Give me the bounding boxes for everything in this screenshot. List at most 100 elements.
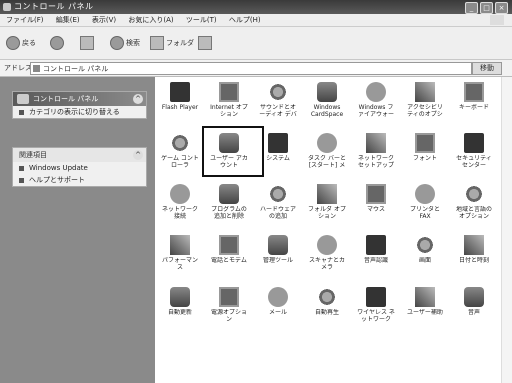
control-panel-item[interactable]: ネットワーク接続 — [160, 184, 200, 224]
wireless-icon — [366, 287, 386, 307]
control-panel-icon — [17, 94, 29, 104]
folders-button[interactable]: フォルダ — [150, 35, 194, 51]
control-panel-item[interactable]: アクセシビリティのオプション — [405, 82, 445, 122]
add-hardware-icon — [268, 184, 288, 204]
task-pane: コントロール パネル ^ カテゴリの表示に切り替える 関連項目 ^ Window… — [0, 77, 155, 383]
add-remove-programs-icon — [219, 184, 239, 204]
control-panel-item[interactable]: 自動更新 — [160, 287, 200, 327]
control-panel-item[interactable]: 音声認識 — [356, 235, 396, 275]
item-label: キーボード — [458, 104, 489, 111]
control-panel-item[interactable]: 音声 — [454, 287, 494, 327]
control-panel-item[interactable]: 画面 — [405, 235, 445, 275]
control-panel-item[interactable]: 管理ツール — [258, 235, 298, 275]
control-panel-item[interactable]: フォルダ オプション — [307, 184, 347, 224]
control-panel-item[interactable]: 電話とモデム — [209, 235, 249, 275]
back-button[interactable]: 戻る — [6, 35, 36, 51]
item-label: セキュリティ センター — [456, 155, 492, 169]
security-center-icon — [464, 133, 484, 153]
close-button[interactable]: × — [495, 2, 508, 14]
views-button[interactable] — [198, 35, 212, 51]
forward-button[interactable] — [50, 35, 64, 51]
maximize-button[interactable]: □ — [480, 2, 493, 14]
menu-tools[interactable]: ツール(T) — [186, 16, 217, 24]
item-label: 日付と時刻 — [458, 257, 489, 264]
control-panel-item[interactable]: セキュリティ センター — [454, 133, 494, 173]
control-panel-item[interactable]: Flash Player — [160, 82, 200, 122]
control-panel-item[interactable]: システム — [258, 133, 298, 173]
item-label: プログラムの追加と削除 — [211, 206, 247, 220]
control-panel-item[interactable]: ワイヤレス ネットワーク — [356, 287, 396, 327]
control-panel-item[interactable]: 日付と時刻 — [454, 235, 494, 275]
address-field[interactable]: コントロール パネル — [30, 62, 472, 75]
item-label: 地域と言語のオプション — [455, 206, 492, 220]
window-icon — [3, 3, 11, 11]
views-icon — [198, 36, 212, 50]
help-support-link[interactable]: ヘルプとサポート — [13, 174, 146, 186]
menu-file[interactable]: ファイル(F) — [6, 16, 44, 24]
item-label: 自動更新 — [167, 309, 192, 316]
toolbar: 戻る 検索 フォルダ — [0, 27, 512, 60]
phone-modem-icon — [219, 235, 239, 255]
control-panel-item[interactable]: Windows CardSpace — [307, 82, 347, 122]
menu-help[interactable]: ヘルプ(H) — [229, 16, 261, 24]
control-panel-item[interactable]: タスク バーと [スタート] メニュー — [307, 133, 347, 173]
control-panel-item[interactable]: ゲーム コントローラ — [160, 133, 200, 173]
item-label: タスク バーと [スタート] メニュー — [308, 155, 346, 169]
control-panel-item[interactable]: マウス — [356, 184, 396, 224]
item-label: 音声認識 — [363, 257, 388, 264]
item-label: 電話とモデム — [211, 257, 247, 264]
panel-header[interactable]: コントロール パネル ^ — [13, 92, 146, 106]
chevron-up-icon[interactable]: ^ — [133, 94, 143, 104]
title-bar: コントロール パネル _ □ × — [0, 0, 512, 14]
control-panel-item[interactable]: パフォーマンス — [160, 235, 200, 275]
item-label: 電源オプション — [210, 309, 247, 323]
item-label: ゲーム コントローラ — [161, 155, 199, 169]
control-panel-item[interactable]: メール — [258, 287, 298, 327]
control-panel-item[interactable]: 電源オプション — [209, 287, 249, 327]
item-label: メール — [268, 309, 287, 316]
vertical-scrollbar[interactable] — [501, 77, 512, 383]
windows-update-link[interactable]: Windows Update — [13, 162, 146, 174]
speech-icon — [366, 235, 386, 255]
keyboard-icon — [464, 82, 484, 102]
game-controller-icon — [170, 133, 190, 153]
sound-icon — [268, 82, 288, 102]
control-panel-item[interactable]: プログラムの追加と削除 — [209, 184, 249, 224]
windows-update-icon — [19, 166, 24, 171]
selection-highlight — [202, 126, 264, 177]
item-label: ハードウェアの追加 — [259, 206, 296, 220]
control-panel-item[interactable]: ユーザー補助 — [405, 287, 445, 327]
address-bar: アドレス(D) コントロール パネル 移動 — [0, 60, 512, 77]
control-panel-item[interactable]: 自動再生 — [307, 287, 347, 327]
control-panel-tasks: コントロール パネル ^ カテゴリの表示に切り替える — [12, 91, 147, 119]
control-panel-item[interactable]: キーボード — [454, 82, 494, 122]
control-panel-item[interactable]: 地域と言語のオプション — [454, 184, 494, 224]
control-panel-item[interactable]: ハードウェアの追加 — [258, 184, 298, 224]
menu-edit[interactable]: 編集(E) — [56, 16, 80, 24]
item-label: 画面 — [418, 257, 431, 264]
network-connections-icon — [170, 184, 190, 204]
control-panel-item[interactable]: サウンドとオーディオ デバイス — [258, 82, 298, 122]
window-title: コントロール パネル — [14, 2, 94, 11]
item-label: パフォーマンス — [161, 257, 198, 271]
up-button[interactable] — [80, 35, 94, 51]
control-panel-item[interactable]: プリンタと FAX — [405, 184, 445, 224]
control-panel-item[interactable]: フォント — [405, 133, 445, 173]
back-arrow-icon — [6, 36, 20, 50]
minimize-button[interactable]: _ — [465, 2, 478, 14]
control-panel-item[interactable]: スキャナとカメラ — [307, 235, 347, 275]
ease-icon — [415, 287, 435, 307]
control-panel-item[interactable]: Internet オプション — [209, 82, 249, 122]
switch-to-category-link[interactable]: カテゴリの表示に切り替える — [13, 106, 146, 118]
fonts-icon — [415, 133, 435, 153]
auto-update-icon — [170, 287, 190, 307]
search-button[interactable]: 検索 — [110, 35, 140, 51]
forward-arrow-icon — [50, 36, 64, 50]
see-also-header[interactable]: 関連項目 ^ — [13, 148, 146, 162]
menu-view[interactable]: 表示(V) — [92, 16, 116, 24]
go-button[interactable]: 移動 — [472, 62, 502, 75]
menu-favorites[interactable]: お気に入り(A) — [128, 16, 173, 24]
control-panel-item[interactable]: Windows ファイアウォール — [356, 82, 396, 122]
chevron-up-icon[interactable]: ^ — [133, 150, 143, 160]
control-panel-item[interactable]: ネットワーク セットアップ ウィザード — [356, 133, 396, 173]
